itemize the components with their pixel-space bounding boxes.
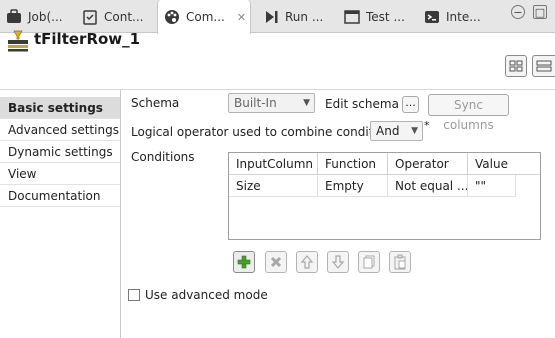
window-icon xyxy=(344,9,360,25)
tab-component[interactable]: Com... ✕ xyxy=(157,0,251,34)
required-marker: * xyxy=(424,119,430,132)
move-down-button[interactable] xyxy=(327,251,349,273)
sidebar-item-view[interactable]: View xyxy=(0,163,120,185)
list-view-button[interactable] xyxy=(532,55,555,77)
grid-view-button[interactable] xyxy=(505,55,527,77)
logical-operator-select[interactable]: And ▼ xyxy=(370,121,423,141)
filter-row-icon xyxy=(7,30,29,55)
copy-icon xyxy=(363,255,375,269)
edit-schema-button[interactable]: ... xyxy=(402,96,419,113)
sidebar-item-documentation[interactable]: Documentation xyxy=(0,185,120,207)
table-cell-inputcolumn[interactable]: Size xyxy=(229,175,318,197)
logical-operator-value: And xyxy=(376,124,400,138)
sidebar-item-basic-settings[interactable]: Basic settings xyxy=(0,97,120,119)
column-header-function[interactable]: Function xyxy=(318,153,388,175)
move-up-button[interactable] xyxy=(296,251,318,273)
arrow-up-icon xyxy=(300,255,314,269)
run-icon xyxy=(263,9,279,25)
column-header-operator[interactable]: Operator xyxy=(388,153,468,175)
component-title: tFilterRow_1 xyxy=(34,30,141,48)
tab-label: Run ... xyxy=(285,9,324,24)
sidebar-item-dynamic-settings[interactable]: Dynamic settings xyxy=(0,141,120,163)
table-cell-value[interactable]: "" xyxy=(468,175,516,197)
column-header-value[interactable]: Value xyxy=(468,153,540,175)
tab-contexts[interactable]: Cont... xyxy=(82,0,143,33)
column-header-inputcolumn[interactable]: InputColumn xyxy=(229,153,318,175)
logical-operator-label: Logical operator used to combine conditi… xyxy=(131,125,398,139)
schema-select[interactable]: Built-In ▼ xyxy=(228,93,315,113)
table-cell-function[interactable]: Empty xyxy=(318,175,388,197)
tab-label: Com... xyxy=(186,10,225,24)
conditions-table: InputColumn Function Operator Value Size… xyxy=(228,152,541,240)
paste-button[interactable] xyxy=(389,251,411,273)
job-icon xyxy=(6,8,22,25)
grid-view-icon xyxy=(509,60,523,72)
tab-label: Job(... xyxy=(28,9,63,24)
tab-test[interactable]: Test ... xyxy=(344,0,405,33)
copy-button[interactable] xyxy=(358,251,380,273)
chevron-down-icon: ▼ xyxy=(411,126,418,136)
use-advanced-mode-checkbox[interactable] xyxy=(128,289,140,301)
settings-sidebar: Basic settings Advanced settings Dynamic… xyxy=(0,90,121,338)
list-view-icon xyxy=(536,60,552,72)
conditions-label: Conditions xyxy=(131,150,195,164)
paste-icon xyxy=(394,254,406,270)
tab-integration[interactable]: Inte... xyxy=(424,0,481,33)
tab-label: Cont... xyxy=(104,9,144,24)
add-row-button[interactable] xyxy=(233,251,255,273)
palette-icon xyxy=(164,9,180,25)
schema-label: Schema xyxy=(131,96,180,110)
terminal-icon xyxy=(424,9,440,25)
chevron-down-icon: ▼ xyxy=(303,98,310,108)
close-icon[interactable]: ✕ xyxy=(237,11,246,24)
schema-select-value: Built-In xyxy=(234,96,277,110)
edit-schema-label: Edit schema xyxy=(325,97,399,111)
delete-icon xyxy=(270,256,282,268)
sidebar-item-advanced-settings[interactable]: Advanced settings xyxy=(0,119,120,141)
editor-tab-bar: Job(... Cont... Com... ✕ Run ... Test ..… xyxy=(0,0,555,34)
sync-columns-button[interactable]: Sync columns xyxy=(428,94,509,132)
arrow-down-icon xyxy=(331,255,345,269)
tab-label: Inte... xyxy=(446,9,481,24)
use-advanced-mode-label: Use advanced mode xyxy=(145,288,268,302)
minimize-button[interactable]: − xyxy=(511,5,525,19)
maximize-button[interactable]: □ xyxy=(533,5,547,19)
tab-run[interactable]: Run ... xyxy=(263,0,323,33)
tab-label: Test ... xyxy=(366,9,405,24)
clipboard-icon xyxy=(82,9,98,25)
tab-job[interactable]: Job(... xyxy=(6,0,63,33)
table-cell-operator[interactable]: Not equal ... xyxy=(388,175,468,197)
remove-row-button[interactable] xyxy=(265,251,287,273)
plus-icon xyxy=(237,255,251,269)
